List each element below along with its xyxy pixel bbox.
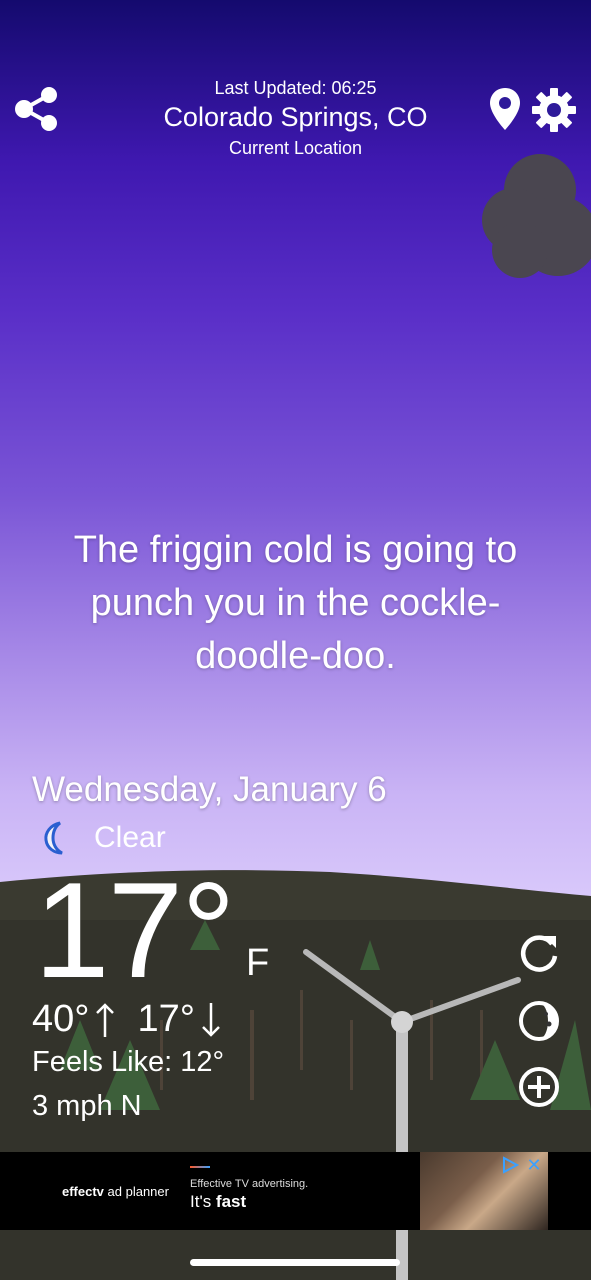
tagline-line: doodle-doo. <box>195 635 396 677</box>
ad-tagline-bold: fast <box>215 1192 247 1211</box>
weather-tagline: The friggin cold is going to punch you i… <box>30 524 561 683</box>
ad-brand-bold: effectv <box>62 1184 104 1199</box>
ad-tagline-big: It's fast <box>190 1192 246 1212</box>
high-low-row: 40° 17° <box>32 998 243 1041</box>
wind-text: 3 mph N <box>32 1090 142 1122</box>
arrow-up-icon <box>96 1002 115 1037</box>
ad-play-icon[interactable] <box>500 1156 520 1174</box>
ad-accent-line <box>190 1166 210 1168</box>
low-temp: 17° <box>137 998 195 1040</box>
current-location-label: Current Location <box>228 138 363 158</box>
moon-icon <box>44 821 63 855</box>
current-temperature: 17° <box>34 854 236 1006</box>
arrow-down-icon <box>202 1002 220 1037</box>
tagline-line: punch you in the cockle- <box>90 582 501 624</box>
plus-circle-icon[interactable] <box>516 1064 562 1110</box>
condition-row: Clear <box>38 818 166 858</box>
refresh-icon[interactable] <box>516 930 562 976</box>
top-bar: Last Updated: 06:25 Colorado Springs, CO… <box>0 0 591 170</box>
tagline-line: The friggin cold is going to <box>73 529 518 571</box>
temperature-unit[interactable]: F <box>246 942 269 985</box>
ad-banner[interactable]: effectv ad planner Effective TV advertis… <box>0 1152 591 1230</box>
ad-close-icon[interactable]: ✕ <box>524 1156 544 1174</box>
ad-brand-rest: ad planner <box>103 1184 169 1199</box>
gear-icon[interactable] <box>530 86 578 134</box>
condition-text: Clear <box>94 821 166 854</box>
ad-tagline-small: Effective TV advertising. <box>190 1178 309 1190</box>
ad-tagline-prefix: It's <box>190 1192 216 1211</box>
moon-phase-icon[interactable] <box>516 998 562 1044</box>
feels-like-text: Feels Like: 12° <box>32 1046 225 1078</box>
date-label: Wednesday, January 6 <box>32 770 387 809</box>
ad-brand: effectv ad planner <box>62 1184 169 1199</box>
home-indicator[interactable] <box>190 1259 400 1266</box>
high-temp: 40° <box>32 998 90 1040</box>
location-pin-icon[interactable] <box>488 86 522 132</box>
